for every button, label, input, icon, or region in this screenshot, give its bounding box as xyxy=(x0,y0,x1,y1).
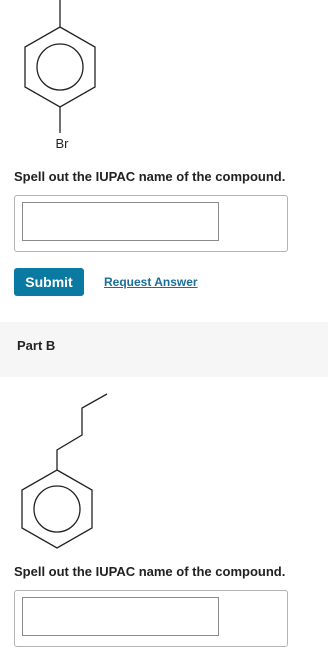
aromatic-circle-a xyxy=(36,43,84,91)
part-b-answer-input[interactable] xyxy=(22,597,219,636)
part-b-structure xyxy=(21,393,108,549)
part-a-answer-input[interactable] xyxy=(22,202,219,241)
bromine-label: Br xyxy=(56,136,70,151)
part-a-answer-area xyxy=(14,195,288,252)
part-a-question: Spell out the IUPAC name of the compound… xyxy=(14,169,286,184)
part-b-header: Part B xyxy=(0,322,328,377)
part-a-structure: Br xyxy=(24,0,96,151)
aromatic-circle-b xyxy=(33,485,81,533)
part-b-title: Part B xyxy=(17,338,56,353)
submit-button[interactable]: Submit xyxy=(14,268,84,296)
propyl-chain xyxy=(56,393,108,470)
benzene-ring-b xyxy=(21,469,93,549)
request-answer-link[interactable]: Request Answer xyxy=(104,275,198,289)
part-b-question: Spell out the IUPAC name of the compound… xyxy=(14,564,286,579)
benzene-ring-a xyxy=(24,26,96,108)
